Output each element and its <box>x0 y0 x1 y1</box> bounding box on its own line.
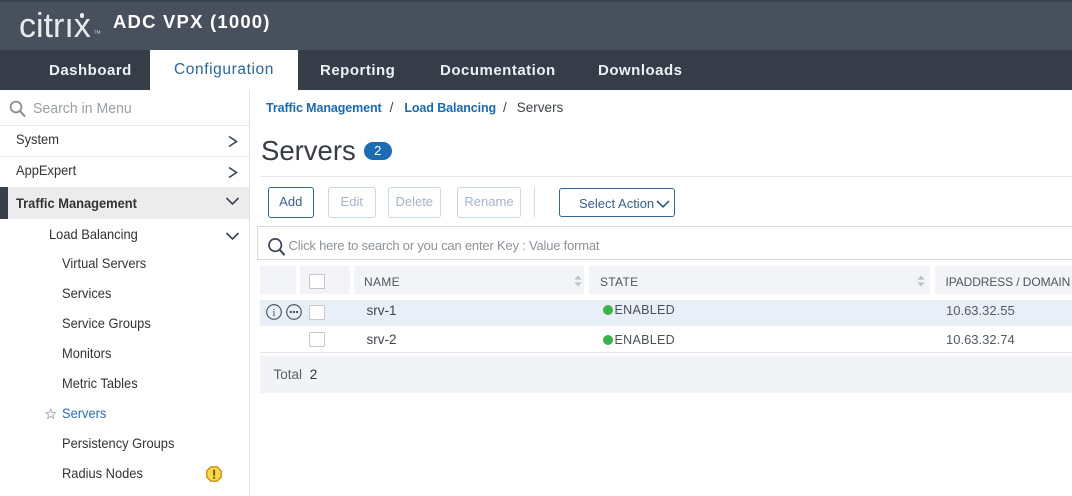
svg-text:i: i <box>273 308 276 319</box>
